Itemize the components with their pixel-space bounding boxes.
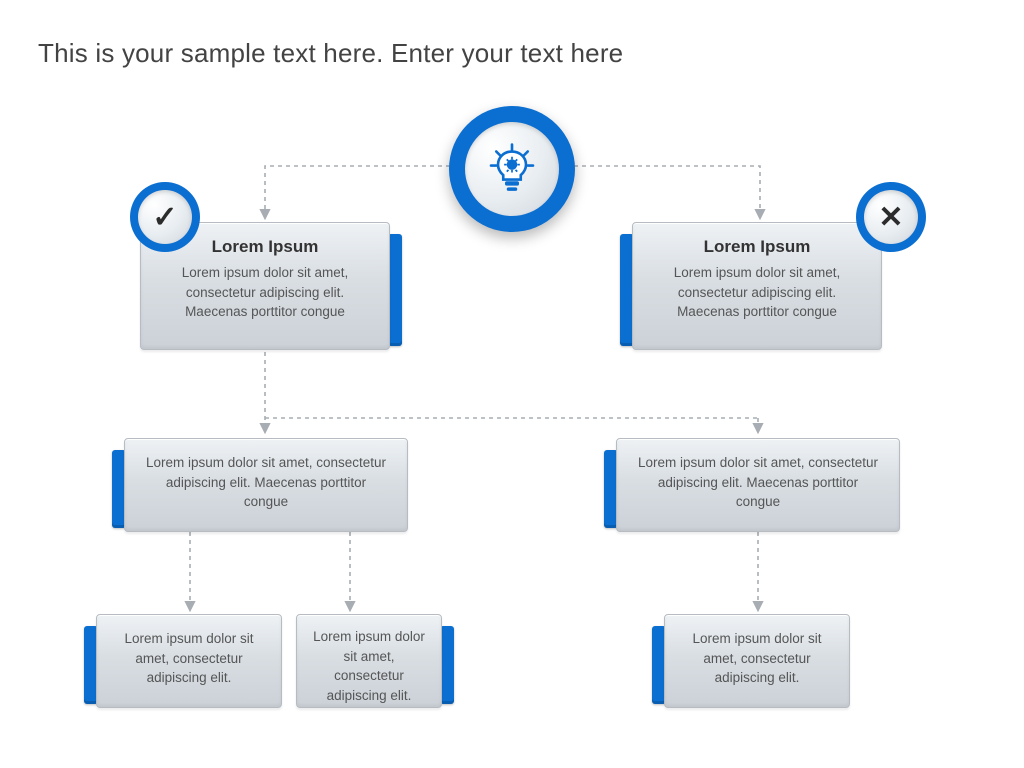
card-left-2: Lorem ipsum dolor sit amet, consectetur … [124, 438, 408, 532]
card-body: Lorem ipsum dolor sit amet, consectetur … [307, 627, 431, 705]
card-body: Lorem ipsum dolor sit amet, consectetur … [159, 263, 371, 322]
card-bottom-left-1: Lorem ipsum dolor sit amet, consectetur … [96, 614, 282, 708]
lightbulb-gear-icon [465, 122, 559, 216]
card-tab [388, 234, 402, 346]
root-idea-badge [449, 106, 575, 232]
card-tab [440, 626, 454, 704]
slide-stage: This is your sample text here. Enter you… [0, 0, 1024, 768]
card-body: Lorem ipsum dolor sit amet, consectetur … [143, 453, 389, 512]
card-body: Lorem ipsum dolor sit amet, consectetur … [115, 629, 263, 688]
card-right-2: Lorem ipsum dolor sit amet, consectetur … [616, 438, 900, 532]
card-bottom-left-2: Lorem ipsum dolor sit amet, consectetur … [296, 614, 442, 708]
yes-badge: ✓ [130, 182, 200, 252]
card-heading: Lorem Ipsum [651, 237, 863, 257]
card-body: Lorem ipsum dolor sit amet, consectetur … [651, 263, 863, 322]
card-body: Lorem ipsum dolor sit amet, consectetur … [635, 453, 881, 512]
cross-icon: ✕ [864, 190, 918, 244]
no-badge: ✕ [856, 182, 926, 252]
card-body: Lorem ipsum dolor sit amet, consectetur … [683, 629, 831, 688]
slide-title: This is your sample text here. Enter you… [38, 38, 623, 69]
check-icon: ✓ [138, 190, 192, 244]
card-bottom-right: Lorem ipsum dolor sit amet, consectetur … [664, 614, 850, 708]
card-no: Lorem Ipsum Lorem ipsum dolor sit amet, … [632, 222, 882, 350]
